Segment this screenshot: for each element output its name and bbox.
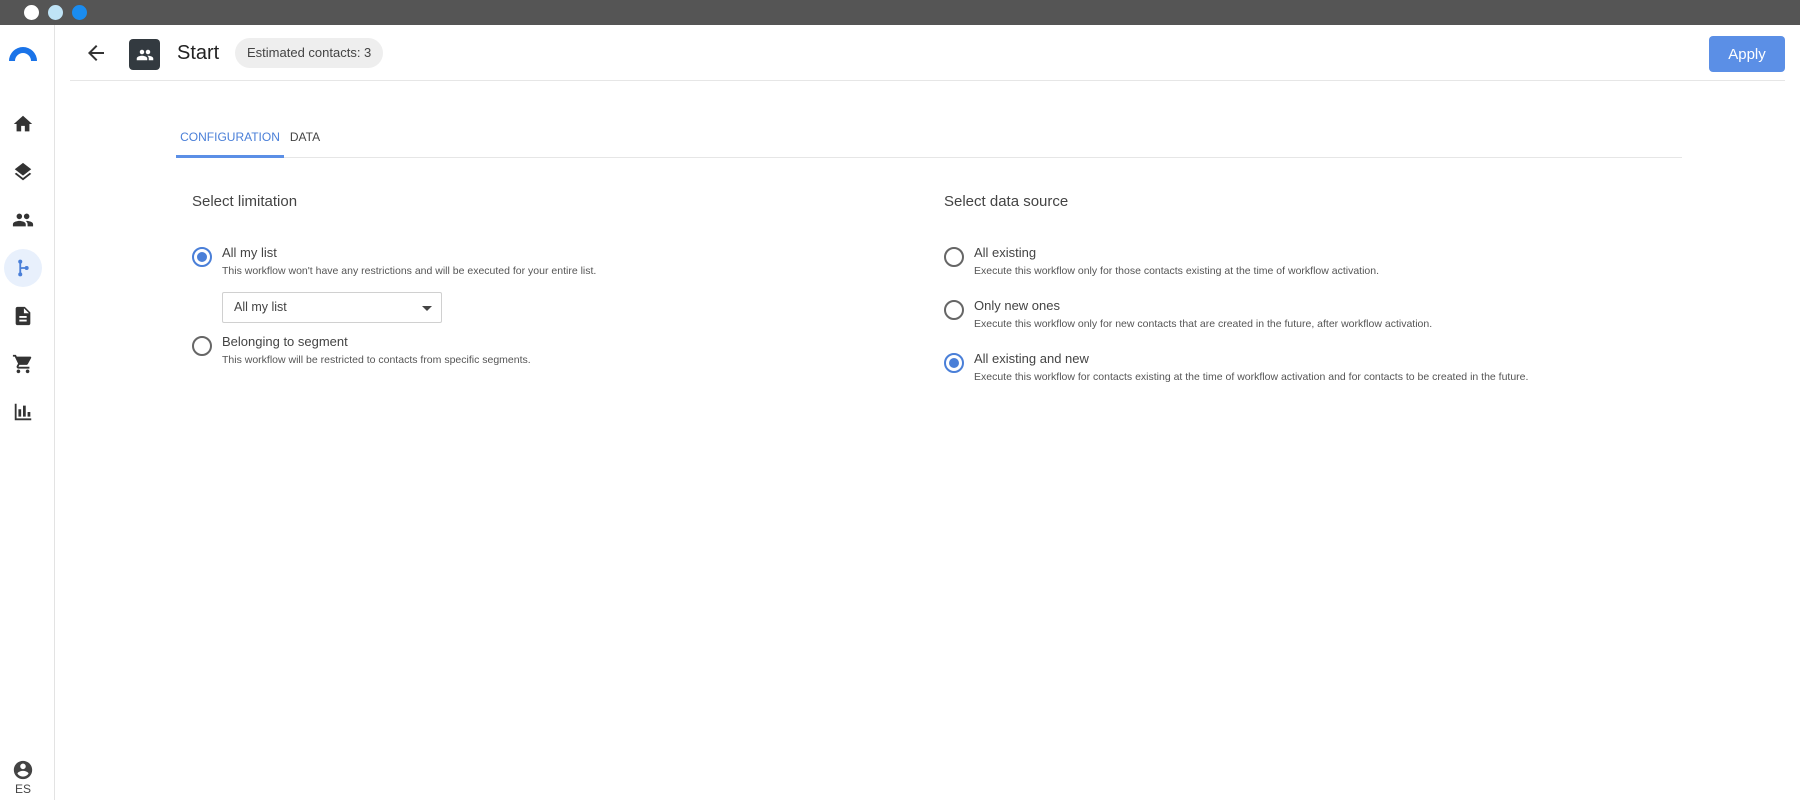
- page-title: Start: [177, 42, 220, 64]
- tab-data[interactable]: DATA: [284, 118, 326, 158]
- sidebar-item-reports[interactable]: [4, 393, 42, 431]
- home-icon: [13, 115, 33, 132]
- tab-bar: CONFIGURATION DATA: [176, 118, 1682, 158]
- limitation-radio-all-list[interactable]: [192, 247, 212, 267]
- option-label: All my list: [222, 245, 277, 260]
- bar-chart-icon: [14, 403, 32, 421]
- option-description: This workflow won't have any restriction…: [222, 265, 597, 277]
- limitation-radio-segment[interactable]: [192, 336, 212, 356]
- window-maximize-dot[interactable]: [72, 5, 87, 20]
- data-source-title: Select data source: [944, 193, 1069, 210]
- cart-icon: [12, 354, 32, 374]
- data-source-radio-existing-and-new[interactable]: [944, 353, 964, 373]
- option-description: Execute this workflow for contacts exist…: [974, 371, 1529, 383]
- sidebar-item-layers[interactable]: [4, 153, 42, 191]
- account-circle-icon: [13, 760, 33, 780]
- data-source-radio-all-existing[interactable]: [944, 247, 964, 267]
- window-close-dot[interactable]: [24, 5, 39, 20]
- option-label: Belonging to segment: [222, 334, 348, 349]
- app-logo-icon[interactable]: [7, 43, 39, 63]
- layers-icon: [14, 162, 32, 181]
- list-select[interactable]: All my list: [222, 292, 442, 323]
- option-label: All existing and new: [974, 351, 1089, 366]
- apply-button[interactable]: Apply: [1709, 36, 1785, 72]
- tab-configuration[interactable]: CONFIGURATION: [176, 118, 284, 158]
- page-header: Start Estimated contacts: 3 Apply: [70, 25, 1785, 81]
- sidebar-item-shop[interactable]: [4, 345, 42, 383]
- start-node-badge: [129, 39, 160, 70]
- sidebar-item-home[interactable]: [4, 105, 42, 143]
- sidebar-item-workflows[interactable]: [4, 249, 42, 287]
- option-label: All existing: [974, 245, 1037, 260]
- chevron-down-icon: [422, 306, 432, 311]
- sidebar-item-documents[interactable]: [4, 297, 42, 335]
- language-code: ES: [14, 782, 31, 796]
- window-titlebar: [0, 0, 1800, 25]
- window-minimize-dot[interactable]: [48, 5, 63, 20]
- sidebar-nav: ES: [0, 25, 55, 800]
- estimated-contacts-badge: Estimated contacts: 3: [235, 38, 384, 68]
- sidebar-item-contacts[interactable]: [4, 201, 42, 239]
- data-source-radio-only-new[interactable]: [944, 300, 964, 320]
- option-description: This workflow will be restricted to cont…: [222, 354, 531, 366]
- people-icon: [136, 49, 153, 60]
- arrow-back-icon[interactable]: [84, 41, 108, 65]
- option-description: Execute this workflow only for new conta…: [974, 318, 1433, 330]
- limitation-title: Select limitation: [192, 193, 298, 210]
- people-icon: [12, 213, 34, 227]
- list-select-value: All my list: [234, 300, 287, 314]
- option-description: Execute this workflow only for those con…: [974, 265, 1380, 277]
- workflow-icon: [18, 259, 29, 277]
- option-label: Only new ones: [974, 298, 1060, 313]
- document-icon: [15, 306, 31, 326]
- user-menu[interactable]: ES: [8, 759, 38, 796]
